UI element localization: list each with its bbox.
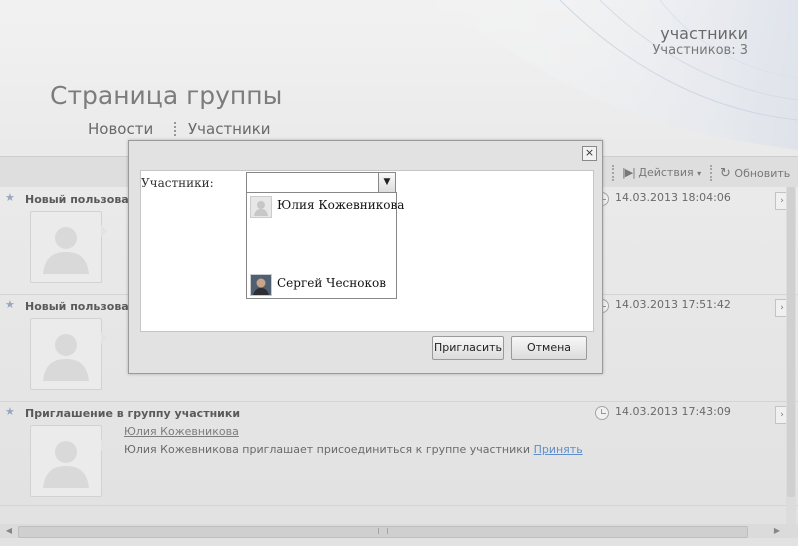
- group-page: участники Участников: 3 Страница группы …: [0, 0, 798, 546]
- user-photo-icon: [251, 275, 271, 295]
- cancel-button[interactable]: Отмена: [511, 336, 587, 360]
- avatar: [250, 196, 272, 218]
- chevron-down-icon[interactable]: ▼: [378, 172, 396, 193]
- members-combobox[interactable]: [246, 172, 379, 193]
- close-icon[interactable]: ×: [582, 146, 597, 161]
- user-silhouette-icon: [254, 201, 268, 216]
- invite-button[interactable]: Пригласить: [432, 336, 504, 360]
- dropdown-option-label: Юлия Кожевникова: [277, 198, 405, 212]
- members-label: Участники:: [141, 176, 214, 190]
- dropdown-option-label: Сергей Чесноков: [277, 276, 386, 290]
- avatar: [250, 274, 272, 296]
